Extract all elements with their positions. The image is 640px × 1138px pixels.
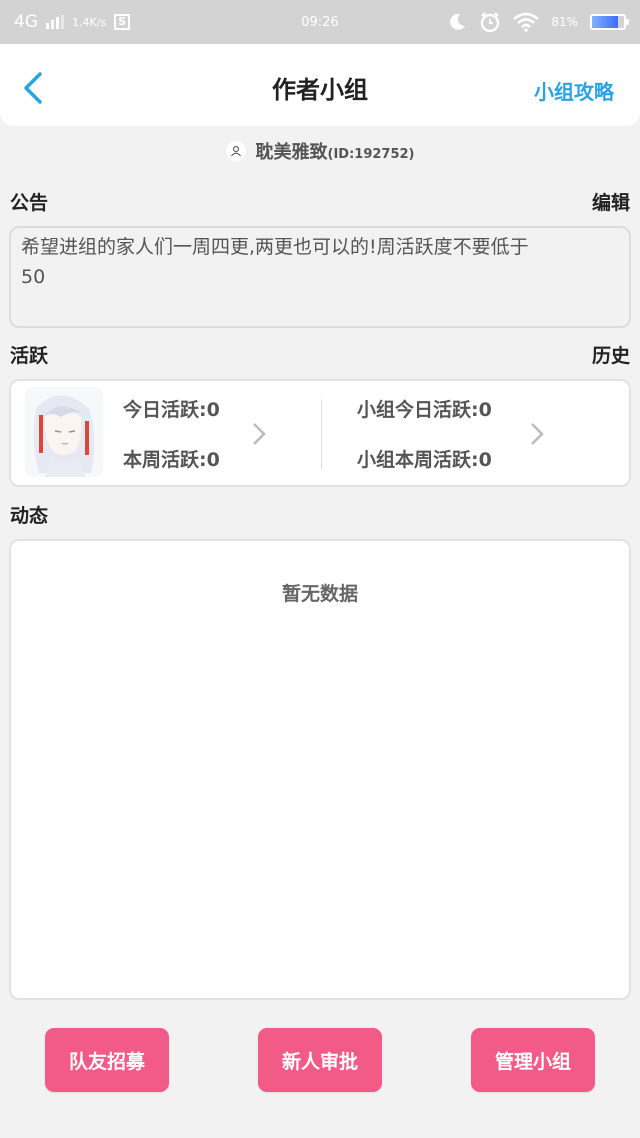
- today-activity: 今日活跃:0: [123, 399, 220, 421]
- app-s-icon: S: [114, 14, 131, 30]
- divider: [321, 399, 322, 469]
- group-id: (ID:192752): [327, 147, 415, 162]
- recruit-button[interactable]: 队友招募: [45, 1028, 169, 1092]
- edit-notice-button[interactable]: 编辑: [592, 188, 630, 215]
- group-guide-link[interactable]: 小组攻略: [534, 76, 614, 105]
- chevron-right-icon[interactable]: [251, 421, 267, 447]
- battery-icon: [590, 14, 629, 30]
- signal-icon: [46, 15, 64, 29]
- approve-button[interactable]: 新人审批: [258, 1028, 382, 1092]
- group-info: 耽美雅致(ID:192752): [0, 138, 640, 164]
- notice-box: 希望进组的家人们一周四更,两更也可以的!周活跃度不要低于 50: [9, 226, 631, 328]
- chevron-right-icon[interactable]: [529, 421, 545, 447]
- app-header: 作者小组 小组攻略: [0, 44, 640, 126]
- network-type: 4G: [14, 12, 38, 32]
- group-name: 耽美雅致: [255, 142, 328, 163]
- notice-line-1: 希望进组的家人们一周四更,两更也可以的!周活跃度不要低于: [21, 236, 529, 258]
- group-today-activity: 小组今日活跃:0: [357, 399, 492, 421]
- group-week-activity: 小组本周活跃:0: [357, 449, 492, 471]
- notice-label: 公告: [10, 192, 49, 214]
- history-button[interactable]: 历史: [592, 341, 630, 368]
- wifi-icon: [513, 12, 540, 32]
- moon-icon: [450, 13, 466, 30]
- week-activity: 本周活跃:0: [123, 449, 220, 471]
- feed-box: 暂无数据: [9, 539, 631, 1000]
- network-speed: 1.4K/s: [72, 15, 107, 29]
- activity-card: 今日活跃:0 本周活跃:0 小组今日活跃:0 小组本周活跃:0: [9, 379, 631, 487]
- notice-line-2: 50: [21, 266, 46, 288]
- alarm-icon: [481, 12, 500, 33]
- user-icon: [225, 141, 246, 161]
- status-bar: 4G 1.4K/s S 09:26 81%: [0, 0, 640, 44]
- back-chevron-icon[interactable]: [18, 70, 50, 106]
- battery-percent: 81%: [551, 15, 578, 29]
- manage-group-button[interactable]: 管理小组: [471, 1028, 595, 1092]
- avatar[interactable]: [25, 387, 103, 477]
- activity-label: 活跃: [10, 345, 49, 367]
- empty-state-text: 暂无数据: [281, 583, 358, 605]
- feed-label: 动态: [10, 505, 49, 527]
